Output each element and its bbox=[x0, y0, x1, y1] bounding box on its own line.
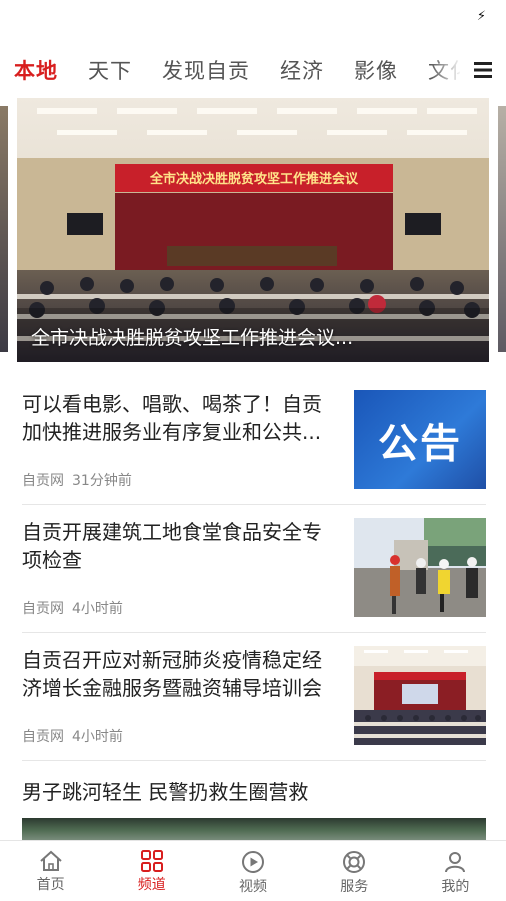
nav-channels-label: 频道 bbox=[137, 877, 166, 893]
news-title[interactable]: 自贡开展建筑工地食堂食品安全专项检查 bbox=[22, 518, 340, 574]
tab-economy[interactable]: 经济 bbox=[280, 55, 324, 85]
bottom-nav: 首页 频道 视频 服务 我的 bbox=[0, 840, 506, 901]
stage-sign-text: 全市决战决胜脱贫攻坚工作推进会议 bbox=[149, 171, 359, 187]
nav-video-label: 视频 bbox=[239, 879, 267, 895]
lightning-bolt-icon: ⚡ bbox=[476, 9, 486, 24]
hamburger-menu-icon bbox=[474, 62, 492, 78]
status-bar: ⚡ bbox=[0, 0, 506, 38]
news-thumbnail[interactable] bbox=[354, 646, 486, 745]
tab-local[interactable]: 本地 bbox=[14, 55, 58, 85]
banner-slide[interactable]: 全市决战决胜脱贫攻坚工作推进会议 全市决战决胜脱贫攻坚工作推进会议... bbox=[17, 98, 489, 362]
nav-home-label: 首页 bbox=[36, 877, 65, 893]
news-time: 4小时前 bbox=[72, 729, 123, 745]
nav-channels[interactable]: 频道 bbox=[101, 841, 202, 901]
home-icon bbox=[39, 850, 62, 871]
news-title[interactable]: 可以看电影、唱歌、喝茶了！自贡加快推进服务业有序复业和公共... bbox=[22, 390, 340, 446]
user-icon bbox=[445, 852, 466, 873]
divider bbox=[22, 504, 486, 505]
news-thumbnail[interactable] bbox=[354, 518, 486, 617]
meeting-photo bbox=[354, 646, 486, 745]
nav-services-label: 服务 bbox=[340, 879, 369, 895]
news-source: 自贡网 bbox=[22, 601, 64, 617]
news-thumbnail[interactable]: 公告 bbox=[354, 390, 486, 489]
banner-caption: 全市决战决胜脱贫攻坚工作推进会议... bbox=[31, 327, 354, 349]
play-icon bbox=[242, 851, 264, 873]
news-item[interactable]: 自贡开展建筑工地食堂食品安全专项检查 自贡网 4小时前 bbox=[22, 518, 486, 618]
tab-discover-zigong[interactable]: 发现自贡 bbox=[162, 55, 250, 85]
inspection-photo bbox=[354, 518, 486, 617]
lifebuoy-icon bbox=[343, 851, 366, 873]
tab-list: 本地 天下 发现自贡 经济 影像 文化 bbox=[14, 44, 502, 96]
nav-video[interactable]: 视频 bbox=[202, 841, 303, 901]
news-item[interactable]: 可以看电影、唱歌、喝茶了！自贡加快推进服务业有序复业和公共... 自贡网 31分钟… bbox=[22, 390, 486, 490]
news-title[interactable]: 男子跳河轻生 民警扔救生圈营救 bbox=[22, 776, 308, 805]
news-source: 自贡网 bbox=[22, 473, 64, 489]
news-source: 自贡网 bbox=[22, 729, 64, 745]
news-meta: 自贡网 31分钟前 bbox=[22, 470, 132, 490]
channel-menu-button[interactable] bbox=[460, 44, 506, 96]
divider bbox=[22, 632, 486, 633]
divider bbox=[22, 760, 486, 761]
news-meta: 自贡网 4小时前 bbox=[22, 726, 123, 746]
nav-profile[interactable]: 我的 bbox=[405, 841, 506, 901]
grid-icon bbox=[140, 850, 163, 872]
news-title[interactable]: 自贡召开应对新冠肺炎疫情稳定经济增长金融服务暨融资辅导培训会 bbox=[22, 646, 340, 702]
nav-services[interactable]: 服务 bbox=[304, 841, 405, 901]
tab-world[interactable]: 天下 bbox=[88, 55, 132, 85]
channel-tabs: 本地 天下 发现自贡 经济 影像 文化 bbox=[0, 44, 506, 96]
banner-next-peek[interactable] bbox=[498, 106, 506, 352]
banner-prev-peek[interactable] bbox=[0, 106, 8, 352]
announcement-thumb-text: 公告 bbox=[378, 420, 462, 467]
nav-profile-label: 我的 bbox=[441, 879, 470, 895]
news-time: 31分钟前 bbox=[72, 473, 132, 489]
tab-images[interactable]: 影像 bbox=[354, 55, 398, 85]
nav-home[interactable]: 首页 bbox=[0, 841, 101, 901]
news-item[interactable]: 自贡召开应对新冠肺炎疫情稳定经济增长金融服务暨融资辅导培训会 自贡网 4小时前 bbox=[22, 646, 486, 746]
news-time: 4小时前 bbox=[72, 601, 123, 617]
banner-carousel[interactable]: 全市决战决胜脱贫攻坚工作推进会议 全市决战决胜脱贫攻坚工作推进会议... bbox=[0, 98, 506, 362]
news-meta: 自贡网 4小时前 bbox=[22, 598, 123, 618]
